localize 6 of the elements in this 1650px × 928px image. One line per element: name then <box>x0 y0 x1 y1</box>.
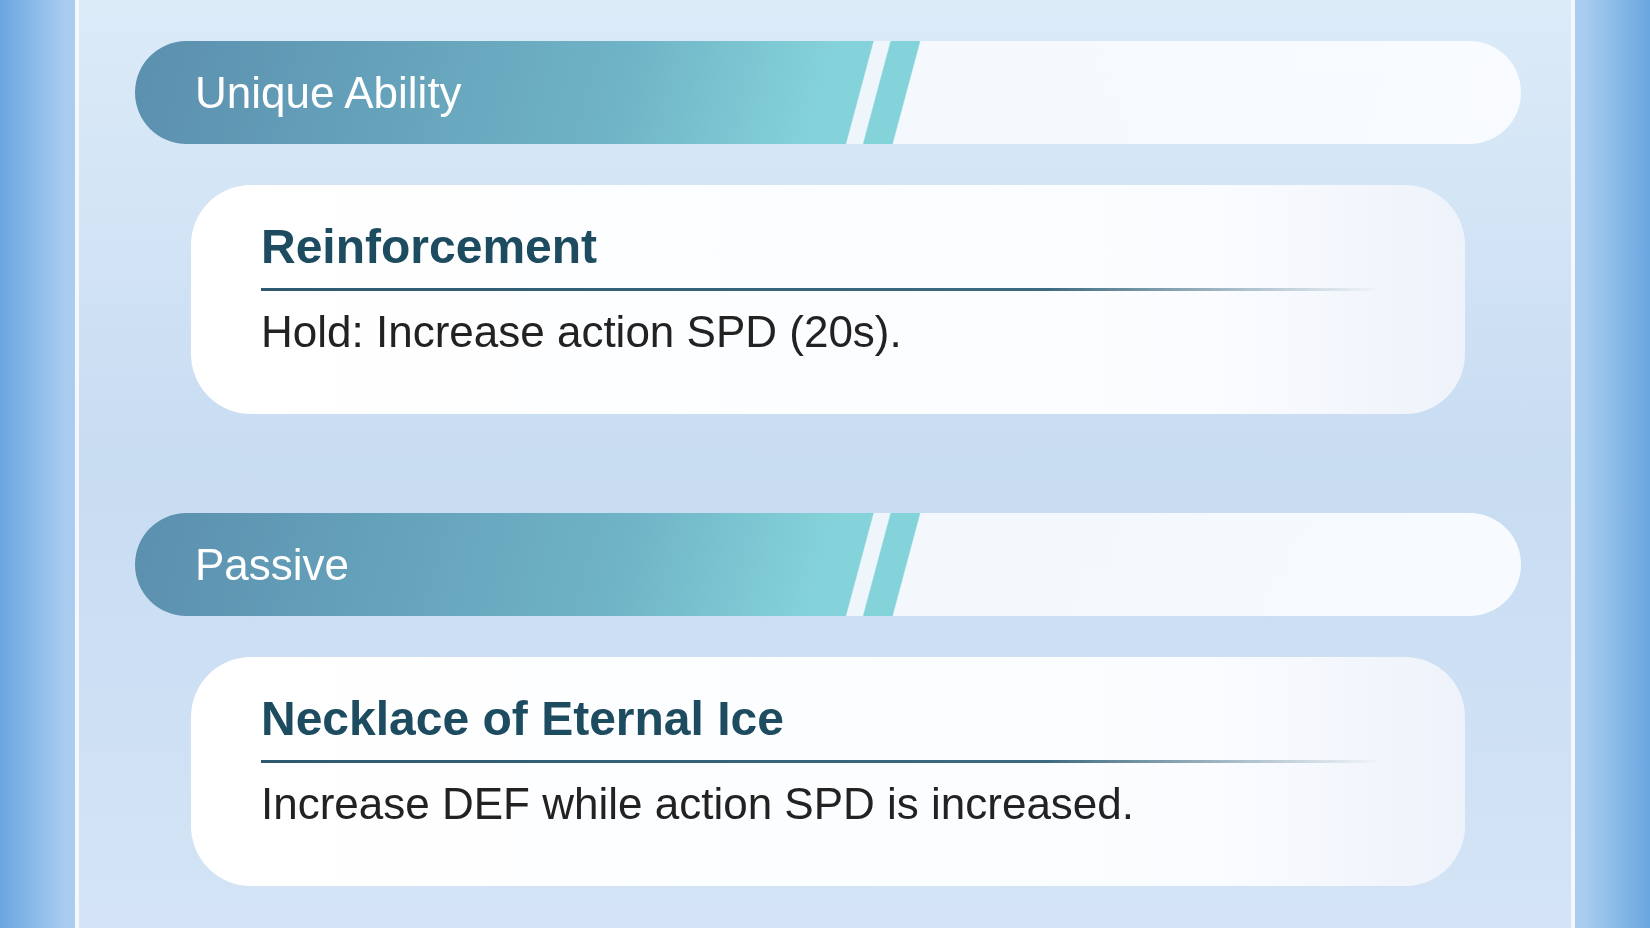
ability-name: Necklace of Eternal Ice <box>261 693 785 746</box>
section-title: Unique Ability <box>195 67 462 118</box>
ability-description: Increase DEF while action SPD is increased. <box>261 778 1136 829</box>
ability-name: Reinforcement <box>261 221 599 274</box>
section-title: Passive <box>195 539 350 590</box>
ability-description: Hold: Increase action SPD (20s). <box>261 306 903 357</box>
